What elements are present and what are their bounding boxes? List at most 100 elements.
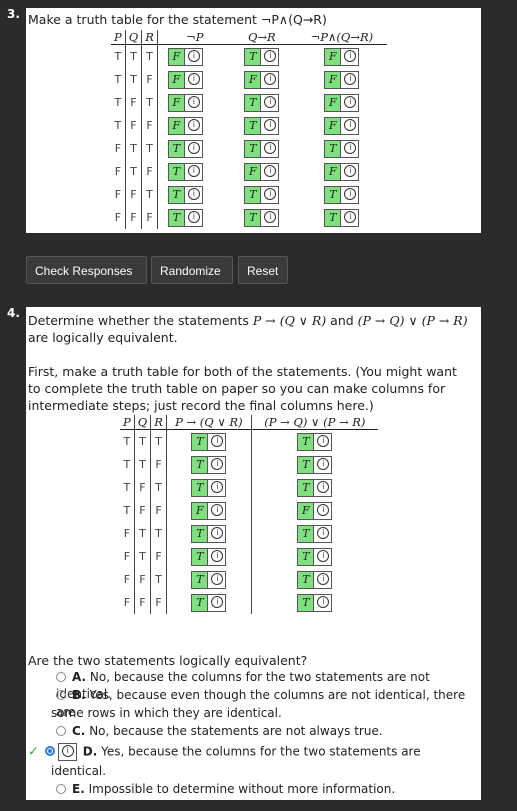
info-icon[interactable] bbox=[341, 139, 360, 158]
value-dropdown[interactable]: T bbox=[191, 478, 209, 497]
cell-q: T bbox=[125, 44, 143, 68]
radio-c[interactable] bbox=[56, 725, 66, 736]
value-dropdown[interactable]: T bbox=[167, 139, 185, 158]
value-dropdown[interactable]: F bbox=[324, 70, 342, 89]
info-icon[interactable] bbox=[208, 547, 227, 566]
info-icon[interactable] bbox=[314, 432, 333, 451]
value-dropdown[interactable]: T bbox=[191, 524, 209, 543]
value-dropdown[interactable]: T bbox=[324, 185, 342, 204]
info-icon[interactable] bbox=[314, 501, 333, 520]
info-icon[interactable] bbox=[314, 455, 333, 474]
answer-cell-compound: F bbox=[324, 47, 360, 66]
info-icon[interactable] bbox=[341, 93, 360, 112]
value-dropdown[interactable]: T bbox=[167, 208, 185, 227]
value-dropdown[interactable]: F bbox=[167, 93, 185, 112]
randomize-button[interactable]: Randomize bbox=[151, 256, 233, 284]
info-icon[interactable] bbox=[341, 70, 360, 89]
cell-r: T bbox=[150, 522, 167, 545]
info-icon[interactable] bbox=[314, 524, 333, 543]
check-responses-button[interactable]: Check Responses bbox=[26, 256, 147, 284]
info-icon[interactable] bbox=[261, 162, 280, 181]
value-dropdown[interactable]: T bbox=[191, 593, 209, 612]
choice-e[interactable]: E. Impossible to determine without more … bbox=[56, 781, 395, 798]
value-dropdown[interactable]: T bbox=[324, 208, 342, 227]
value-dropdown[interactable]: F bbox=[324, 116, 342, 135]
info-icon[interactable] bbox=[341, 208, 360, 227]
header-q: Q bbox=[134, 415, 152, 430]
info-icon[interactable] bbox=[261, 70, 280, 89]
info-icon[interactable] bbox=[184, 139, 203, 158]
info-icon[interactable] bbox=[314, 593, 333, 612]
info-icon[interactable] bbox=[208, 455, 227, 474]
value-dropdown[interactable]: F bbox=[167, 116, 185, 135]
value-dropdown[interactable]: T bbox=[324, 139, 342, 158]
value-dropdown[interactable]: T bbox=[244, 116, 262, 135]
info-icon[interactable] bbox=[208, 593, 227, 612]
info-icon[interactable] bbox=[208, 478, 227, 497]
value-dropdown[interactable]: T bbox=[297, 478, 315, 497]
value-dropdown[interactable]: T bbox=[297, 432, 315, 451]
value-dropdown[interactable]: F bbox=[244, 70, 262, 89]
value-dropdown[interactable]: F bbox=[297, 501, 315, 520]
info-icon[interactable] bbox=[261, 208, 280, 227]
reset-button[interactable]: Reset bbox=[238, 256, 288, 284]
info-icon[interactable] bbox=[208, 524, 227, 543]
value-dropdown[interactable]: T bbox=[297, 547, 315, 566]
value-dropdown[interactable]: T bbox=[297, 593, 315, 612]
value-dropdown[interactable]: F bbox=[167, 70, 185, 89]
value-dropdown[interactable]: T bbox=[297, 524, 315, 543]
info-icon[interactable] bbox=[208, 432, 227, 451]
radio-b[interactable] bbox=[56, 689, 66, 700]
info-icon[interactable] bbox=[341, 47, 360, 66]
value-dropdown[interactable]: F bbox=[324, 162, 342, 181]
value-dropdown[interactable]: F bbox=[167, 47, 185, 66]
info-icon[interactable] bbox=[261, 139, 280, 158]
info-icon[interactable] bbox=[184, 70, 203, 89]
value-dropdown[interactable]: F bbox=[244, 162, 262, 181]
info-icon[interactable] bbox=[261, 185, 280, 204]
value-dropdown[interactable]: F bbox=[324, 47, 342, 66]
value-dropdown[interactable]: T bbox=[244, 47, 262, 66]
value-dropdown[interactable]: F bbox=[324, 93, 342, 112]
choice-c-text: No, because the statements are not alway… bbox=[89, 724, 383, 738]
info-icon[interactable] bbox=[314, 547, 333, 566]
value-dropdown[interactable]: T bbox=[244, 208, 262, 227]
info-icon[interactable] bbox=[184, 185, 203, 204]
radio-e[interactable] bbox=[56, 783, 66, 794]
value-dropdown[interactable]: T bbox=[297, 570, 315, 589]
info-icon[interactable] bbox=[184, 208, 203, 227]
radio-d-selected[interactable] bbox=[44, 746, 55, 756]
info-icon[interactable] bbox=[314, 478, 333, 497]
info-icon[interactable] bbox=[184, 47, 203, 66]
info-icon[interactable] bbox=[341, 185, 360, 204]
value-dropdown[interactable]: F bbox=[191, 501, 209, 520]
value-dropdown[interactable]: T bbox=[191, 547, 209, 566]
value-dropdown[interactable]: T bbox=[244, 139, 262, 158]
value-dropdown[interactable]: T bbox=[167, 185, 185, 204]
info-icon[interactable] bbox=[184, 93, 203, 112]
choice-b-letter: B. bbox=[72, 688, 86, 702]
info-icon[interactable] bbox=[208, 501, 227, 520]
radio-a[interactable] bbox=[56, 671, 66, 682]
info-icon[interactable] bbox=[261, 116, 280, 135]
value-dropdown[interactable]: T bbox=[244, 93, 262, 112]
info-icon[interactable] bbox=[341, 162, 360, 181]
choice-d[interactable]: ✓ D. Yes, because the columns for the tw… bbox=[28, 743, 421, 761]
choice-c[interactable]: C. No, because the statements are not al… bbox=[56, 723, 383, 740]
info-icon[interactable] bbox=[261, 93, 280, 112]
value-dropdown[interactable]: T bbox=[244, 185, 262, 204]
header-p: P bbox=[111, 30, 126, 45]
value-dropdown[interactable]: T bbox=[191, 432, 209, 451]
value-dropdown[interactable]: T bbox=[167, 162, 185, 181]
value-dropdown[interactable]: T bbox=[297, 455, 315, 474]
info-icon[interactable] bbox=[314, 570, 333, 589]
info-icon[interactable] bbox=[261, 47, 280, 66]
info-icon[interactable] bbox=[57, 743, 77, 761]
value-dropdown[interactable]: T bbox=[191, 570, 209, 589]
answer-cell-compound: T bbox=[324, 185, 360, 204]
value-dropdown[interactable]: T bbox=[191, 455, 209, 474]
info-icon[interactable] bbox=[208, 570, 227, 589]
info-icon[interactable] bbox=[184, 162, 203, 181]
info-icon[interactable] bbox=[341, 116, 360, 135]
info-icon[interactable] bbox=[184, 116, 203, 135]
